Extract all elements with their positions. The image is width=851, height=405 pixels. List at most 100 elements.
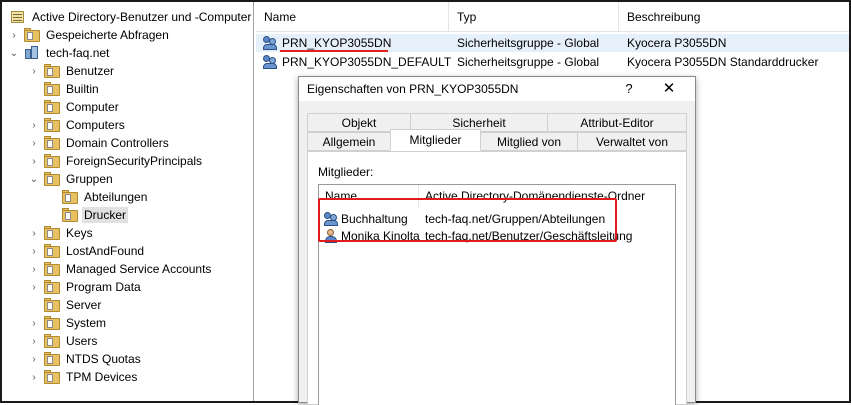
navigation-tree[interactable]: Active Directory-Benutzer und -Computer … xyxy=(2,2,254,401)
tree-item-label: Computers xyxy=(66,118,125,132)
tab-mitglied-von[interactable]: Mitglied von xyxy=(480,132,578,151)
tree-item-label: Drucker xyxy=(82,207,129,223)
chevron-right-icon[interactable]: › xyxy=(28,62,40,80)
folder-icon xyxy=(44,117,60,132)
red-underline-annotation xyxy=(280,50,388,52)
list-row-prn-kyop3055dn-default[interactable]: PRN_KYOP3055DN_DEFAULT Sicherheitsgruppe… xyxy=(256,53,849,71)
chevron-right-icon[interactable]: › xyxy=(28,260,40,278)
tree-item[interactable]: Drucker xyxy=(46,206,129,224)
folder-icon xyxy=(44,99,60,114)
tree-item-label: Keys xyxy=(66,226,93,240)
tree-root-label: Active Directory-Benutzer und -Computer xyxy=(32,10,252,24)
chevron-right-icon[interactable]: › xyxy=(28,350,40,368)
folder-icon xyxy=(24,27,40,42)
close-button[interactable]: ✕ xyxy=(659,79,679,97)
folder-icon xyxy=(44,333,60,348)
list-cell-type: Sicherheitsgruppe - Global xyxy=(457,55,600,69)
folder-icon xyxy=(44,81,60,96)
folder-icon xyxy=(44,279,60,294)
tree-item[interactable]: › Keys xyxy=(28,224,95,242)
ad-console-icon xyxy=(10,10,26,24)
column-header-type[interactable]: Typ xyxy=(449,2,619,32)
members-label: Mitglieder: xyxy=(318,165,374,179)
tree-item-label: Domain Controllers xyxy=(66,136,169,150)
tab-verwaltet-von[interactable]: Verwaltet von xyxy=(577,132,687,151)
dialog-title: Eigenschaften von PRN_KYOP3055DN xyxy=(307,82,519,96)
tree-item-label: ForeignSecurityPrincipals xyxy=(66,154,203,168)
folder-icon xyxy=(44,153,60,168)
list-cell-description: Kyocera P3055DN Standarddrucker xyxy=(627,55,819,69)
column-header-name[interactable]: Name xyxy=(256,2,449,32)
tree-item[interactable]: › Managed Service Accounts xyxy=(28,260,213,278)
folder-icon xyxy=(44,297,60,312)
tree-item[interactable]: › Gespeicherte Abfragen xyxy=(8,26,171,44)
tree-item[interactable]: Builtin xyxy=(28,80,101,98)
members-tab-panel: Mitglieder: Name Active Directory-Domäne… xyxy=(307,151,687,405)
tree-item-label: Gruppen xyxy=(66,172,113,186)
help-button[interactable]: ? xyxy=(621,81,637,96)
chevron-right-icon[interactable]: › xyxy=(8,26,20,44)
chevron-right-icon[interactable]: › xyxy=(28,314,40,332)
red-highlight-box xyxy=(318,198,617,242)
tree-item[interactable]: › ForeignSecurityPrincipals xyxy=(28,152,204,170)
tree-item-label: Program Data xyxy=(66,280,141,294)
folder-icon xyxy=(62,207,78,222)
column-header-description[interactable]: Beschreibung xyxy=(619,2,849,32)
chevron-right-icon[interactable]: › xyxy=(28,278,40,296)
chevron-right-icon[interactable]: › xyxy=(28,368,40,386)
folder-icon xyxy=(44,261,60,276)
tree-item[interactable]: Server xyxy=(28,296,103,314)
tree-item[interactable]: › Benutzer xyxy=(28,62,116,80)
tab-attribut-editor[interactable]: Attribut-Editor xyxy=(547,113,687,132)
chevron-right-icon[interactable]: › xyxy=(28,224,40,242)
folder-icon xyxy=(44,243,60,258)
tree-item-label: Computer xyxy=(66,100,119,114)
tree-item-label: LostAndFound xyxy=(66,244,145,258)
folder-icon xyxy=(44,315,60,330)
tree-root[interactable]: Active Directory-Benutzer und -Computer xyxy=(6,8,253,26)
chevron-right-icon[interactable]: › xyxy=(28,152,40,170)
chevron-down-icon[interactable]: ⌄ xyxy=(28,170,40,188)
tree-item[interactable]: › TPM Devices xyxy=(28,368,139,386)
tree-item[interactable]: ⌄ Gruppen xyxy=(28,170,115,188)
tree-item[interactable]: › LostAndFound xyxy=(28,242,146,260)
folder-icon xyxy=(44,171,60,186)
tree-item-label: Benutzer xyxy=(66,64,115,78)
folder-icon xyxy=(44,225,60,240)
dialog-title-bar[interactable]: Eigenschaften von PRN_KYOP3055DN ? ✕ xyxy=(299,77,695,101)
tab-mitglieder[interactable]: Mitglieder xyxy=(390,129,481,151)
domain-icon xyxy=(24,46,40,60)
tree-item-label: Managed Service Accounts xyxy=(66,262,212,276)
chevron-right-icon[interactable]: › xyxy=(28,116,40,134)
tree-item-label: tech-faq.net xyxy=(46,46,110,60)
list-cell-description: Kyocera P3055DN xyxy=(627,36,727,50)
tree-item-label: Gespeicherte Abfragen xyxy=(46,28,169,42)
tree-item[interactable]: Computer xyxy=(28,98,121,116)
folder-icon xyxy=(44,63,60,78)
tree-item[interactable]: › NTDS Quotas xyxy=(28,350,143,368)
chevron-right-icon[interactable]: › xyxy=(28,134,40,152)
list-cell-type: Sicherheitsgruppe - Global xyxy=(457,36,600,50)
group-icon xyxy=(262,35,278,51)
chevron-right-icon[interactable]: › xyxy=(28,332,40,350)
tree-item[interactable]: › Computers xyxy=(28,116,127,134)
tree-item[interactable]: › Users xyxy=(28,332,99,350)
tree-item[interactable]: › System xyxy=(28,314,108,332)
tree-item[interactable]: ⌄ tech-faq.net xyxy=(8,44,111,62)
tree-item[interactable]: Abteilungen xyxy=(46,188,149,206)
tree-item[interactable]: › Program Data xyxy=(28,278,143,296)
chevron-down-icon[interactable]: ⌄ xyxy=(8,44,20,62)
folder-icon xyxy=(44,351,60,366)
tree-item-label: TPM Devices xyxy=(66,370,138,384)
tree-item[interactable]: › Domain Controllers xyxy=(28,134,171,152)
folder-icon xyxy=(44,369,60,384)
group-icon xyxy=(262,54,278,70)
tab-allgemein[interactable]: Allgemein xyxy=(307,132,391,151)
list-header: Name Typ Beschreibung xyxy=(256,2,849,32)
tree-item-label: Builtin xyxy=(66,82,99,96)
chevron-right-icon[interactable]: › xyxy=(28,242,40,260)
